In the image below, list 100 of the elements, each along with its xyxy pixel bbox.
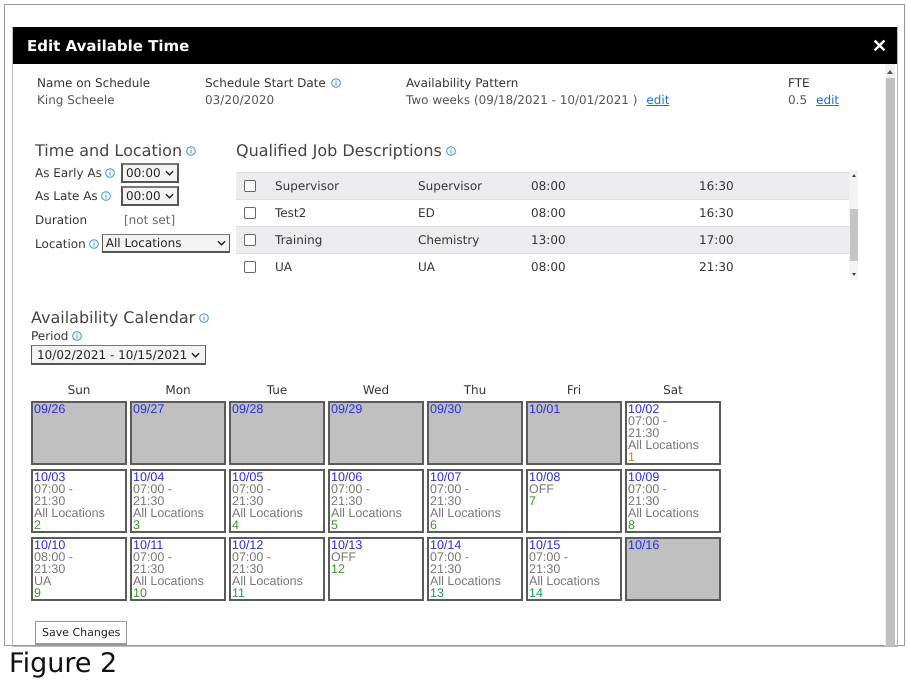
- day-cell[interactable]: 10/04 07:00 - 21:30 All Locations 3: [130, 469, 226, 533]
- time-text: 07:00 -: [34, 483, 74, 495]
- figure-caption: Figure 2: [9, 648, 118, 679]
- info-icon[interactable]: [446, 146, 456, 156]
- info-icon[interactable]: [186, 146, 196, 156]
- checkbox[interactable]: [244, 207, 256, 219]
- day-number: 8: [628, 519, 636, 531]
- day-cell[interactable]: 10/03 07:00 - 21:30 All Locations 2: [31, 469, 127, 533]
- chevron-icon: [164, 193, 174, 199]
- day-cell[interactable]: 10/13 OFF 12: [328, 537, 424, 601]
- status-text: OFF: [529, 483, 555, 495]
- dropdown[interactable]: 00:00: [121, 186, 179, 206]
- info-icon[interactable]: [88, 238, 99, 248]
- day-cell[interactable]: 10/11 07:00 - 21:30 All Locations 10: [130, 537, 226, 601]
- close-button[interactable]: ✕: [872, 34, 887, 56]
- date-link[interactable]: 10/07: [430, 471, 520, 483]
- info-icon[interactable]: [199, 312, 210, 322]
- time-text: 07:00 -: [430, 483, 470, 495]
- time-text: 07:00 -: [232, 551, 272, 563]
- weekday-label: Sat: [662, 383, 684, 397]
- day-cell[interactable]: 09/28: [229, 401, 325, 465]
- date-link[interactable]: 10/09: [628, 471, 718, 483]
- save-button[interactable]: Save Changes: [35, 621, 128, 645]
- day-number: 10: [133, 587, 148, 599]
- day-cell[interactable]: 10/02 07:00 - 21:30 All Locations 1: [625, 401, 721, 465]
- date-link[interactable]: 10/04: [133, 471, 223, 483]
- field-value: 03/20/2020: [205, 93, 274, 107]
- day-cell[interactable]: 10/07 07:00 - 21:30 All Locations 6: [427, 469, 523, 533]
- day-number: 3: [133, 519, 141, 531]
- day-cell[interactable]: 10/01: [526, 401, 622, 465]
- day-cell[interactable]: 10/10 08:00 - 21:30 UA 9: [31, 537, 127, 601]
- weekday-label: Thu: [462, 383, 488, 397]
- date-link[interactable]: 10/13: [331, 539, 421, 551]
- date-link[interactable]: 10/10: [34, 539, 124, 551]
- info-icon[interactable]: [100, 191, 111, 201]
- date-link[interactable]: 10/08: [529, 471, 619, 483]
- day-cell[interactable]: 10/09 07:00 - 21:30 All Locations 8: [625, 469, 721, 533]
- date-link[interactable]: 09/29: [331, 403, 421, 415]
- day-cell[interactable]: 10/05 07:00 - 21:30 All Locations 4: [229, 469, 325, 533]
- section-heading: Time and Location: [35, 141, 182, 160]
- day-number: 2: [34, 519, 42, 531]
- location-text: All Locations: [34, 507, 106, 519]
- info-icon[interactable]: [104, 168, 115, 178]
- field-label: Period: [31, 329, 68, 343]
- date-link[interactable]: 10/01: [529, 403, 619, 415]
- scrollbar-thumb[interactable]: [850, 209, 858, 261]
- date-link[interactable]: 10/16: [628, 539, 718, 551]
- weekday-label: Sun: [66, 383, 92, 397]
- date-link[interactable]: 10/02: [628, 403, 718, 415]
- dropdown[interactable]: 00:00: [121, 163, 179, 183]
- date-link[interactable]: 10/05: [232, 471, 322, 483]
- date-link[interactable]: 10/12: [232, 539, 322, 551]
- field-label: As Early As: [35, 166, 102, 180]
- checkbox[interactable]: [244, 261, 256, 273]
- field-value: 0.5: [788, 93, 808, 107]
- day-number: 14: [529, 587, 544, 599]
- day-cell[interactable]: 10/14 07:00 - 21:30 All Locations 13: [427, 537, 523, 601]
- checkbox[interactable]: [244, 234, 256, 246]
- day-cell[interactable]: 10/16: [625, 537, 721, 601]
- date-link[interactable]: 09/27: [133, 403, 223, 415]
- date-link[interactable]: 09/30: [430, 403, 520, 415]
- dropdown[interactable]: 10/02/2021 - 10/15/2021: [31, 345, 206, 365]
- time-text: 21:30: [232, 495, 264, 507]
- time-text: 21:30: [628, 427, 660, 439]
- day-cell[interactable]: 10/15 07:00 - 21:30 All Locations 14: [526, 537, 622, 601]
- weekday-label: Wed: [362, 383, 390, 397]
- time-text: 21:30: [232, 563, 264, 575]
- date-link[interactable]: 10/03: [34, 471, 124, 483]
- dropdown[interactable]: All Locations: [102, 234, 230, 253]
- time-text: 07:00 -: [133, 551, 173, 563]
- time-text: 21:30: [34, 495, 66, 507]
- day-cell[interactable]: 10/08 OFF 7: [526, 469, 622, 533]
- table-cell-text: Chemistry: [418, 233, 480, 247]
- day-number: 9: [34, 587, 42, 599]
- day-cell[interactable]: 09/27: [130, 401, 226, 465]
- field-label: Schedule Start Date: [205, 76, 326, 90]
- time-text: 21:30: [133, 495, 166, 507]
- date-link[interactable]: 10/15: [529, 539, 619, 551]
- edit-link[interactable]: edit: [646, 93, 670, 107]
- edit-link[interactable]: edit: [816, 93, 840, 107]
- table-cell-text: Supervisor: [418, 179, 484, 193]
- date-link[interactable]: 09/26: [34, 403, 124, 415]
- day-cell[interactable]: 10/12 07:00 - 21:30 All Locations 11: [229, 537, 325, 601]
- day-cell[interactable]: 09/30: [427, 401, 523, 465]
- location-text: UA: [34, 575, 52, 587]
- day-cell[interactable]: 09/29: [328, 401, 424, 465]
- info-icon[interactable]: [330, 78, 341, 88]
- date-link[interactable]: 10/14: [430, 539, 520, 551]
- time-text: 21:30: [133, 563, 166, 575]
- day-cell[interactable]: 10/06 07:00 - 21:30 All Locations 5: [328, 469, 424, 533]
- checkbox[interactable]: [244, 180, 256, 192]
- date-link[interactable]: 09/28: [232, 403, 322, 415]
- location-text: All Locations: [133, 507, 205, 519]
- weekday-label: Tue: [266, 383, 288, 397]
- day-number: 11: [232, 587, 246, 599]
- time-text: 07:00 -: [529, 551, 569, 563]
- day-cell[interactable]: 09/26: [31, 401, 127, 465]
- date-link[interactable]: 10/11: [133, 539, 223, 551]
- info-icon[interactable]: [72, 331, 82, 341]
- date-link[interactable]: 10/06: [331, 471, 421, 483]
